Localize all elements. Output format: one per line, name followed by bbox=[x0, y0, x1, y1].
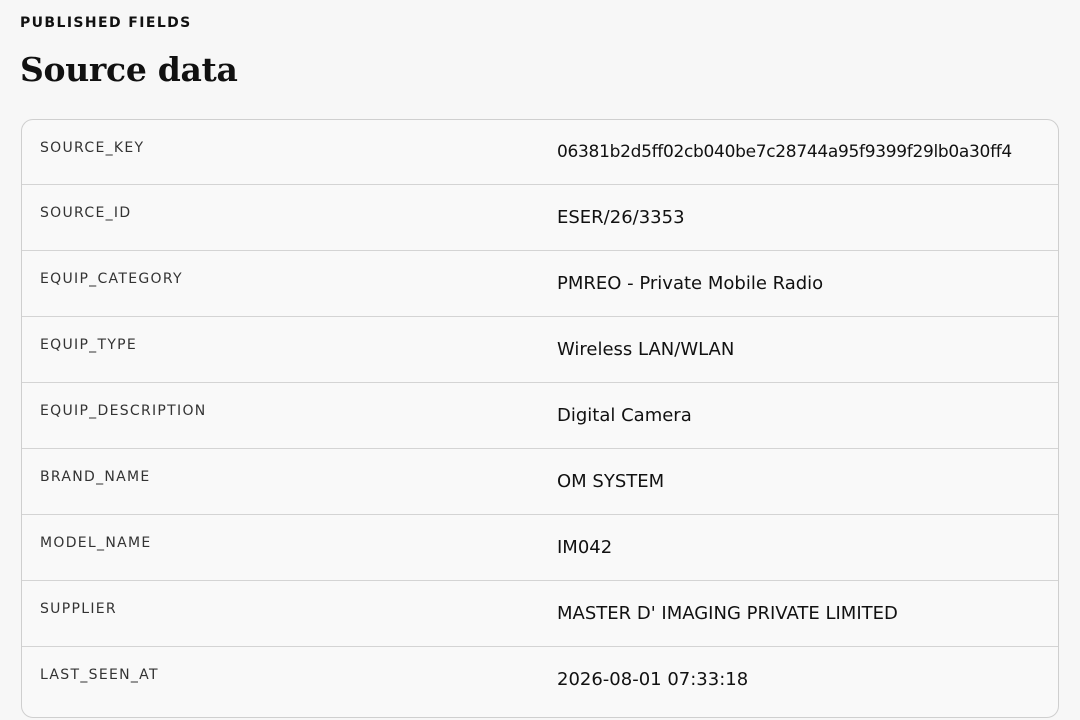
field-key: EQUIP_TYPE bbox=[40, 337, 138, 353]
field-value: MASTER D' IMAGING PRIVATE LIMITED bbox=[557, 603, 898, 624]
field-key: SOURCE_ID bbox=[40, 205, 132, 221]
table-row-source-key: SOURCE_KEY 06381b2d5ff02cb040be7c28744a9… bbox=[22, 120, 1058, 185]
table-row-brand-name: BRAND_NAME OM SYSTEM bbox=[22, 449, 1058, 515]
field-value: ESER/26/3353 bbox=[557, 207, 685, 228]
field-key: LAST_SEEN_AT bbox=[40, 667, 159, 683]
table-row-equip-type: EQUIP_TYPE Wireless LAN/WLAN bbox=[22, 317, 1058, 383]
table-row-equip-category: EQUIP_CATEGORY PMREO - Private Mobile Ra… bbox=[22, 251, 1058, 317]
field-value: IM042 bbox=[557, 537, 613, 558]
table-row-last-seen-at: LAST_SEEN_AT 2026-08-01 07:33:18 bbox=[22, 647, 1058, 713]
page-title: Source data bbox=[20, 50, 238, 89]
field-key: SUPPLIER bbox=[40, 601, 117, 617]
table-row-supplier: SUPPLIER MASTER D' IMAGING PRIVATE LIMIT… bbox=[22, 581, 1058, 647]
field-key: BRAND_NAME bbox=[40, 469, 151, 485]
source-data-table: SOURCE_KEY 06381b2d5ff02cb040be7c28744a9… bbox=[21, 119, 1059, 718]
field-key: MODEL_NAME bbox=[40, 535, 152, 551]
table-row-source-id: SOURCE_ID ESER/26/3353 bbox=[22, 185, 1058, 251]
section-eyebrow: PUBLISHED FIELDS bbox=[20, 15, 192, 31]
table-row-equip-description: EQUIP_DESCRIPTION Digital Camera bbox=[22, 383, 1058, 449]
field-key: EQUIP_CATEGORY bbox=[40, 271, 183, 287]
field-key: SOURCE_KEY bbox=[40, 140, 145, 156]
field-value: Digital Camera bbox=[557, 405, 692, 426]
table-row-model-name: MODEL_NAME IM042 bbox=[22, 515, 1058, 581]
field-value: 06381b2d5ff02cb040be7c28744a95f9399f29lb… bbox=[557, 142, 1012, 162]
field-value: 2026-08-01 07:33:18 bbox=[557, 669, 749, 690]
field-value: OM SYSTEM bbox=[557, 471, 665, 492]
field-key: EQUIP_DESCRIPTION bbox=[40, 403, 207, 419]
field-value: Wireless LAN/WLAN bbox=[557, 339, 735, 360]
field-value: PMREO - Private Mobile Radio bbox=[557, 273, 824, 294]
